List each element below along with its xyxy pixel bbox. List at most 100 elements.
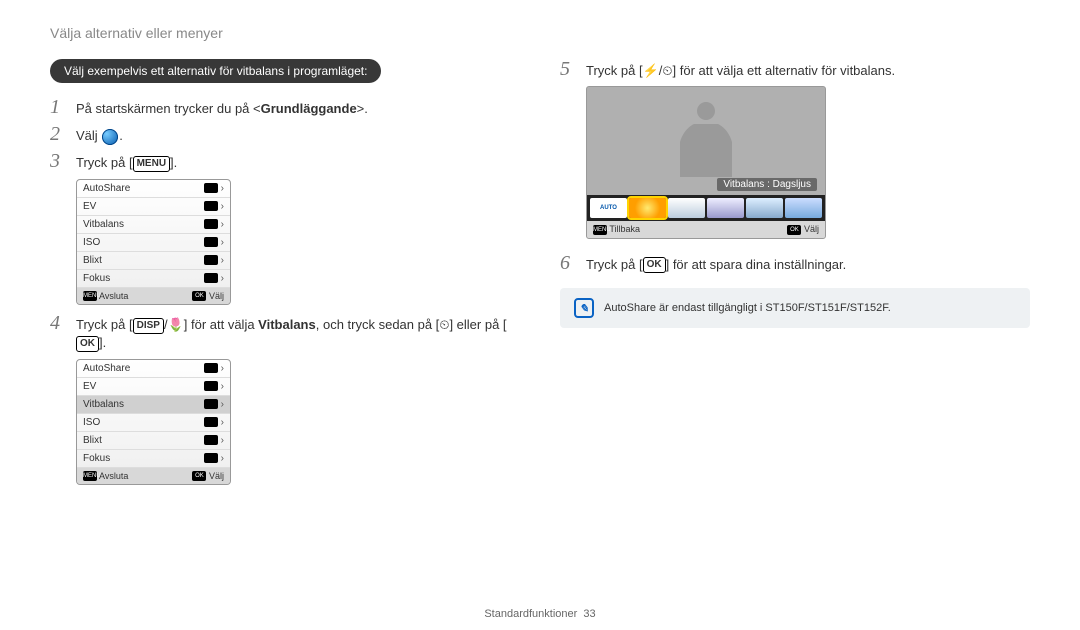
section-pill: Välj exempelvis ett alternativ för vitba… (50, 59, 381, 83)
menu-item-label: Vitbalans (83, 399, 204, 410)
option-icon (204, 435, 218, 445)
wb-option-daylight[interactable] (629, 198, 666, 218)
left-column: Välj exempelvis ett alternativ för vitba… (50, 59, 520, 493)
menu-item-label: Fokus (83, 453, 204, 464)
chevron-right-icon: › (221, 219, 224, 230)
step-bold: Vitbalans (258, 317, 316, 332)
option-icon (204, 219, 218, 229)
option-icon (204, 183, 218, 193)
step-number: 6 (560, 253, 576, 273)
preview-footer-right: Välj (804, 224, 819, 234)
silhouette-icon (676, 97, 736, 177)
menu-panel-1: AutoShare› EV› Vitbalans› ISO› Blixt› Fo… (76, 179, 231, 306)
chevron-right-icon: › (221, 453, 224, 464)
menu-item-vitbalans-selected[interactable]: Vitbalans › (77, 396, 230, 414)
option-icon (204, 255, 218, 265)
menu-key-icon: MENU (83, 471, 97, 481)
menu-footer-right: Välj (209, 471, 224, 481)
menu-panel-2: AutoShare› EV› Vitbalans› ISO› Blixt› Fo… (76, 359, 231, 486)
page-title: Välja alternativ eller menyer (50, 25, 1030, 41)
step-number: 5 (560, 59, 576, 79)
step-text: Tryck på [ (76, 155, 133, 170)
menu-item-blixt[interactable]: Blixt› (77, 432, 230, 450)
timer-icon: ⏲ (662, 63, 672, 78)
option-icon (204, 363, 218, 373)
step-text: , och tryck sedan på [ (316, 317, 440, 332)
step-3: 3 Tryck på [MENU]. (50, 151, 520, 172)
menu-footer: MENU Avsluta OK Välj (77, 468, 230, 485)
menu-footer: MENU Avsluta OK Välj (77, 288, 230, 305)
footer-label: Standardfunktioner (484, 608, 577, 620)
disp-key-icon: DISP (133, 318, 164, 334)
page-footer: Standardfunktioner 33 (0, 608, 1080, 620)
step-number: 2 (50, 124, 66, 144)
menu-item-label: EV (83, 381, 204, 392)
option-icon (204, 417, 218, 427)
menu-item-ev[interactable]: EV › (77, 378, 230, 396)
chevron-right-icon: › (221, 255, 224, 266)
p-mode-icon (102, 129, 118, 145)
menu-item-fokus[interactable]: Fokus › (77, 270, 230, 288)
menu-item-label: Blixt (83, 255, 204, 266)
wb-option-strip: AUTO (587, 195, 825, 221)
menu-item-iso[interactable]: ISO › (77, 234, 230, 252)
ok-key-icon: OK (787, 225, 801, 235)
step-1: 1 På startskärmen trycker du på <Grundlä… (50, 97, 520, 118)
preview-image-area: Vitbalans : Dagsljus (587, 87, 825, 195)
wb-option-auto[interactable]: AUTO (590, 198, 627, 218)
menu-item-label: ISO (83, 417, 204, 428)
menu-item-label: EV (83, 201, 204, 212)
preview-footer: MENU Tillbaka OK Välj (587, 221, 825, 238)
step-6: 6 Tryck på [OK] för att spara dina instä… (560, 253, 1030, 274)
wb-option-fluorescent-h[interactable] (707, 198, 744, 218)
menu-item-autoshare[interactable]: AutoShare › (77, 360, 230, 378)
macro-icon: 🌷 (168, 317, 184, 332)
step-4: 4 Tryck på [DISP/🌷] för att välja Vitbal… (50, 313, 520, 352)
menu-key-icon: MENU (133, 156, 170, 172)
step-5: 5 Tryck på [⚡/⏲] för att välja ett alter… (560, 59, 1030, 80)
menu-key-icon: MENU (83, 291, 97, 301)
menu-item-label: Fokus (83, 273, 204, 284)
wb-preview: Vitbalans : Dagsljus AUTO MENU Tillbaka … (586, 86, 826, 239)
wb-option-cloudy[interactable] (668, 198, 705, 218)
preview-footer-left: Tillbaka (609, 224, 640, 234)
step-text: >. (357, 101, 368, 116)
step-text: Tryck på [ (76, 317, 133, 332)
chevron-right-icon: › (221, 183, 224, 194)
option-icon (204, 381, 218, 391)
chevron-right-icon: › (221, 237, 224, 248)
wb-option-tungsten[interactable] (785, 198, 822, 218)
option-icon (204, 237, 218, 247)
menu-item-blixt[interactable]: Blixt › (77, 252, 230, 270)
menu-item-ev[interactable]: EV› (77, 198, 230, 216)
option-icon (204, 201, 218, 211)
menu-item-label: Vitbalans (83, 219, 204, 230)
wb-status-label: Vitbalans : Dagsljus (717, 178, 817, 191)
info-icon: ✎ (574, 298, 594, 318)
menu-footer-left: Avsluta (99, 291, 128, 301)
wb-option-fluorescent-l[interactable] (746, 198, 783, 218)
right-column: 5 Tryck på [⚡/⏲] för att välja ett alter… (560, 59, 1030, 493)
menu-item-label: ISO (83, 237, 204, 248)
option-icon (204, 453, 218, 463)
ok-key-icon: OK (76, 336, 99, 352)
step-text: Tryck på [ (586, 257, 643, 272)
menu-item-autoshare[interactable]: AutoShare› (77, 180, 230, 198)
menu-item-vitbalans[interactable]: Vitbalans › (77, 216, 230, 234)
menu-item-label: AutoShare (83, 363, 204, 374)
step-number: 1 (50, 97, 66, 117)
chevron-right-icon: › (221, 273, 224, 284)
step-text: Tryck på [ (586, 63, 643, 78)
footer-page-number: 33 (583, 608, 595, 620)
option-icon (204, 399, 218, 409)
step-text: ] eller på [ (449, 317, 506, 332)
menu-item-fokus[interactable]: Fokus › (77, 450, 230, 468)
step-text: ] för att spara dina inställningar. (666, 257, 847, 272)
timer-icon: ⏲ (439, 317, 449, 332)
chevron-right-icon: › (221, 363, 224, 374)
menu-item-iso[interactable]: ISO› (77, 414, 230, 432)
chevron-right-icon: › (221, 381, 224, 392)
chevron-right-icon: › (221, 399, 224, 410)
info-callout: ✎ AutoShare är endast tillgängligt i ST1… (560, 288, 1030, 328)
ok-key-icon: OK (192, 291, 206, 301)
